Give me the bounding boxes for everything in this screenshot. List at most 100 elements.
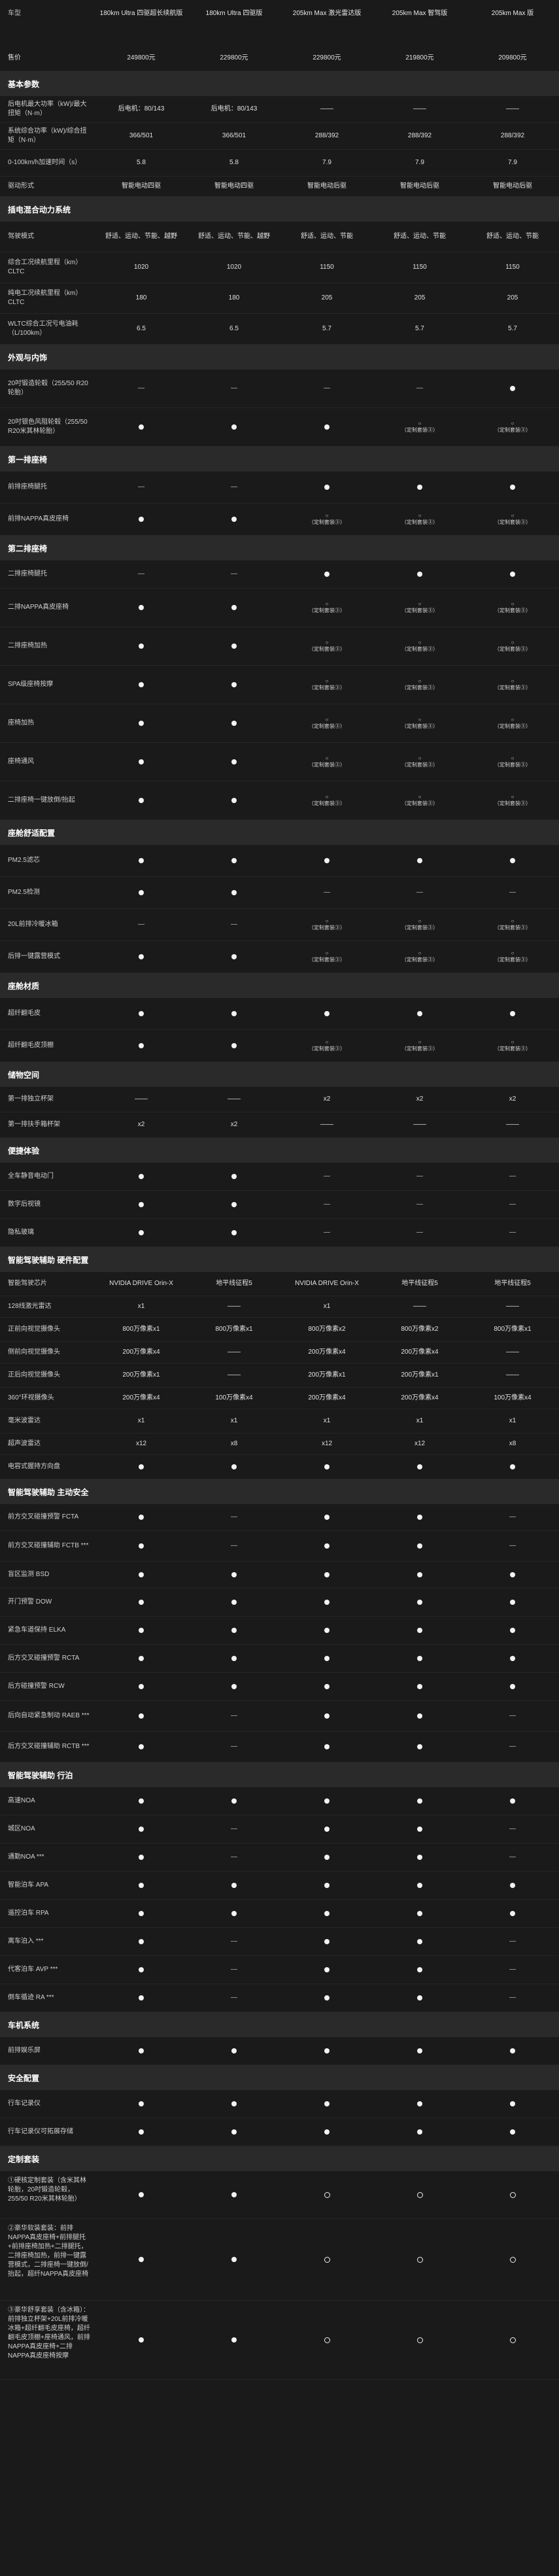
spec-value: x8 [509, 1440, 517, 1447]
spec-cell [95, 1191, 188, 1218]
spec-cell [188, 1455, 280, 1479]
spec-row: 座椅加热 ○ （定制套装③） ○ （定制套装③） ○ （定制套装③） [0, 704, 559, 743]
not-available-dash: — [231, 1938, 237, 1945]
spec-value: —— [228, 1371, 241, 1379]
standard-dot-icon [324, 572, 330, 577]
spec-row: 系统综合功率（kW)/综合扭矩（N·m） 366/501 366/501 288/39… [0, 123, 559, 150]
spec-cell [373, 2118, 466, 2146]
spec-cell [280, 1844, 373, 1871]
standard-dot-icon [510, 1883, 515, 1888]
spec-cell: ○ （定制套装③） [280, 1030, 373, 1061]
spec-cell: —— [188, 1296, 280, 1317]
spec-cell: x1 [95, 1409, 188, 1433]
not-available-dash: — [416, 1229, 423, 1236]
option-package-note: （定制套装③） [494, 925, 531, 931]
spec-cell [373, 1956, 466, 1984]
standard-dot-icon [417, 572, 422, 577]
optional-package-mark: ○ （定制套装③） [494, 1039, 531, 1053]
not-available-dash: — [509, 1201, 516, 1208]
spec-value: 智能电动后驱 [307, 182, 347, 190]
spec-cell [373, 998, 466, 1029]
standard-dot-icon [417, 1600, 422, 1605]
standard-dot-icon [231, 721, 237, 726]
standard-dot-icon [139, 1515, 144, 1520]
spec-cell: ○ （定制套装③） [466, 408, 559, 446]
option-package-note: （定制套装③） [401, 519, 438, 525]
spec-row: 第一排独立杯架 —— —— x2 x2 x2 [0, 1087, 559, 1112]
standard-dot-icon [324, 1883, 330, 1888]
spec-label: WLTC综合工况亏电油耗（L/100km） [8, 320, 78, 337]
price-value: 229800元 [313, 54, 341, 61]
section-title: 便捷体验 [8, 1146, 40, 1156]
spec-row: 隐私玻璃 — — — [0, 1219, 559, 1247]
spec-row: 开门预警 DOW [0, 1589, 559, 1617]
option-package-note: （定制套装③） [309, 762, 345, 768]
spec-cell: ○ （定制套装③） [373, 504, 466, 535]
standard-dot-icon [510, 858, 515, 863]
standard-dot-icon [139, 1174, 144, 1179]
spec-cell [466, 1787, 559, 1815]
spec-cell [95, 1928, 188, 1955]
spec-value: 366/501 [129, 132, 154, 139]
standard-dot-icon [231, 2257, 237, 2262]
spec-row: 正后向视觉摄像头 200万像素x1 —— 200万像素x1 200万像素x1 —— [0, 1364, 559, 1388]
spec-value: 1150 [505, 264, 520, 271]
spec-cell: ○ （定制套装③） [280, 743, 373, 781]
spec-value: —— [135, 1095, 148, 1103]
spec-cell [280, 845, 373, 876]
spec-value: 地平线征程5 [494, 1280, 531, 1287]
spec-cell: —— [373, 1296, 466, 1317]
standard-dot-icon [139, 1684, 144, 1689]
optional-ring-icon: ○ [418, 716, 422, 723]
spec-cell: 智能电动四驱 [95, 177, 188, 196]
spec-row: 0-100km/h加速时间（s） 5.8 5.8 7.9 7.9 7.9 [0, 150, 559, 177]
option-package-note: （定制套装③） [401, 427, 438, 433]
option-package-note: （定制套装③） [494, 800, 531, 806]
spec-cell [188, 1787, 280, 1815]
spec-cell: — [466, 1928, 559, 1955]
spec-cell [466, 560, 559, 588]
spec-cell [188, 704, 280, 742]
spec-value: x1 [416, 1417, 424, 1424]
optional-ring-icon: ○ [511, 678, 515, 684]
option-package-note: （定制套装③） [401, 957, 438, 963]
model-header-row: 车型 180km Ultra 四驱超长续航版 180km Ultra 四驱版 2… [0, 0, 559, 46]
spec-cell: ○ （定制套装③） [280, 504, 373, 535]
spec-value: 6.5 [229, 325, 239, 332]
spec-cell: x1 [188, 1409, 280, 1433]
spec-cell: x1 [280, 1409, 373, 1433]
spec-cell: 1020 [188, 252, 280, 283]
model-name: 180km Ultra 四驱超长续航版 [99, 10, 183, 17]
spec-cell: 1150 [466, 252, 559, 283]
spec-value: 6.5 [137, 325, 146, 332]
spec-cell: x2 [466, 1087, 559, 1112]
spec-cell: 1150 [280, 252, 373, 283]
spec-value: NVIDIA DRIVE Orin-X [295, 1280, 359, 1287]
spec-value: 180 [135, 294, 147, 301]
spec-cell: — [188, 1504, 280, 1530]
option-package-note: （定制套装③） [494, 1046, 531, 1052]
spec-label: 360°环视摄像头 [8, 1394, 54, 1401]
spec-cell: — [466, 1732, 559, 1762]
spec-cell: ○ （定制套装③） [373, 666, 466, 704]
spec-cell [280, 1701, 373, 1731]
spec-label: 驾驶模式 [8, 233, 34, 240]
spec-cell [95, 998, 188, 1029]
not-available-dash: — [324, 1173, 330, 1180]
standard-dot-icon [231, 1628, 237, 1633]
standard-dot-icon [324, 1827, 330, 1832]
spec-cell [95, 1900, 188, 1927]
spec-cell: — [466, 1956, 559, 1984]
spec-cell: 地平线征程5 [466, 1272, 559, 1296]
spec-cell: x2 [373, 1087, 466, 1112]
spec-label: 智能泊车 APA [8, 1881, 49, 1889]
optional-ring-icon: ○ [511, 600, 515, 607]
standard-dot-icon [417, 1939, 422, 1944]
spec-cell [188, 2037, 280, 2065]
option-package-note: （定制套装③） [494, 723, 531, 729]
spec-cell: ○ （定制套装③） [466, 666, 559, 704]
spec-cell: —— [466, 1342, 559, 1363]
spec-value: 800万像素x1 [494, 1326, 532, 1333]
spec-cell: 地平线征程5 [188, 1272, 280, 1296]
spec-value: 地平线征程5 [216, 1280, 252, 1287]
